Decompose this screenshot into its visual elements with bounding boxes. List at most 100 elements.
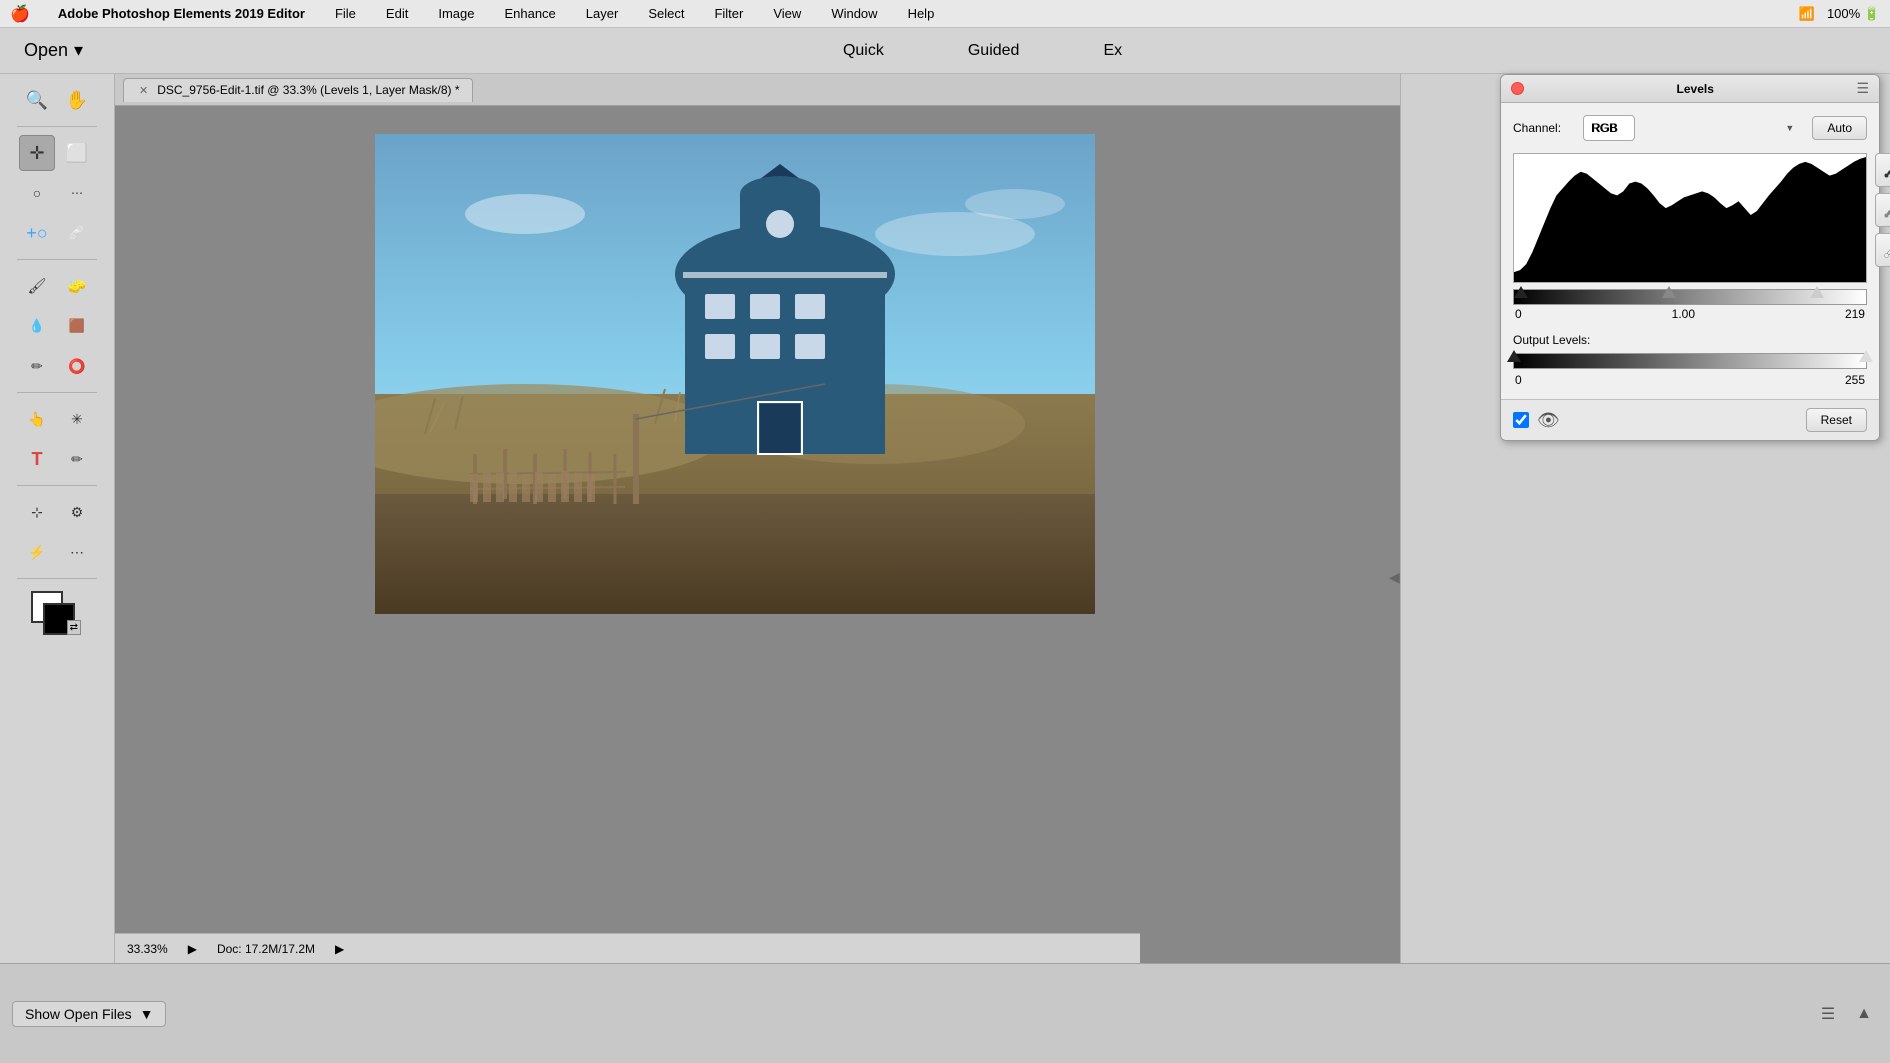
output-black-slider[interactable] <box>1507 350 1521 362</box>
straighten-tool[interactable]: ⚙ <box>59 494 95 530</box>
pattern-stamp-tool[interactable]: 🟫 <box>59 308 95 344</box>
levels-panel-bottom: 👁 Reset <box>1501 399 1879 440</box>
tool-row-2: ✛ ⬜ <box>19 135 95 171</box>
bottom-expand-icon[interactable]: ▲ <box>1850 1000 1878 1028</box>
menu-enhance[interactable]: Enhance <box>498 4 561 23</box>
zoom-tool[interactable]: 🔍 <box>19 82 55 118</box>
tool-row-3: ○ ⋯ <box>19 175 95 211</box>
reset-button[interactable]: Reset <box>1806 408 1867 432</box>
auto-button[interactable]: Auto <box>1812 116 1867 140</box>
levels-titlebar[interactable]: Levels ☰ <box>1501 75 1879 103</box>
white-point-slider[interactable] <box>1810 286 1824 298</box>
quick-selection-tool[interactable]: +○ <box>19 215 55 251</box>
output-levels-label: Output Levels: <box>1513 333 1867 347</box>
zoom-level: 33.33% <box>127 942 168 956</box>
mode-guided[interactable]: Guided <box>956 38 1032 64</box>
spot-healing-tool[interactable]: 🩹 <box>59 215 95 251</box>
move-tool[interactable]: ✛ <box>19 135 55 171</box>
file-tab[interactable]: ✕ DSC_9756-Edit-1.tif @ 33.3% (Levels 1,… <box>123 78 473 102</box>
pencil-tool[interactable]: ✏ <box>59 441 95 477</box>
text-tool[interactable]: T <box>19 441 55 477</box>
doc-info: Doc: 17.2M/17.2M <box>217 942 315 956</box>
menu-edit[interactable]: Edit <box>380 4 414 23</box>
eyedropper-gray-icon <box>1883 201 1890 219</box>
menu-image[interactable]: Image <box>432 4 480 23</box>
open-label: Open <box>24 40 68 61</box>
eraser-tool[interactable]: 🧽 <box>59 268 95 304</box>
menu-layer[interactable]: Layer <box>580 4 625 23</box>
bottom-list-icon[interactable]: ☰ <box>1814 1000 1842 1028</box>
status-bar: 33.33% ▶ Doc: 17.2M/17.2M ▶ <box>115 933 1140 963</box>
color-swatches: ⇄ <box>31 591 83 635</box>
status-more-arrow: ▶ <box>335 942 344 956</box>
healing-brush-tool[interactable]: ⋯ <box>59 534 95 570</box>
output-slider-track[interactable] <box>1513 353 1867 369</box>
lasso-tool[interactable]: ○ <box>19 175 55 211</box>
channel-label: Channel: <box>1513 121 1573 135</box>
menu-select[interactable]: Select <box>642 4 690 23</box>
levels-menu-icon[interactable]: ☰ <box>1856 80 1869 97</box>
tab-close-button[interactable]: ✕ <box>136 83 151 98</box>
levels-close-button[interactable] <box>1511 82 1524 95</box>
tool-row-5: 🖌 🧽 <box>19 268 95 304</box>
redeye-tool[interactable]: ⚡ <box>19 534 55 570</box>
sponge-tool[interactable]: ⭕ <box>59 348 95 384</box>
center-canvas-area: ✕ DSC_9756-Edit-1.tif @ 33.3% (Levels 1,… <box>115 74 1400 1063</box>
mode-quick[interactable]: Quick <box>831 38 896 64</box>
input-levels-values: 0 1.00 219 <box>1513 307 1867 321</box>
tab-filename: DSC_9756-Edit-1.tif @ 33.3% (Levels 1, L… <box>157 83 459 97</box>
open-button[interactable]: Open ▾ <box>16 36 91 65</box>
status-arrow: ▶ <box>188 942 197 956</box>
black-point-slider[interactable] <box>1514 286 1528 298</box>
histogram-container <box>1513 153 1867 283</box>
tool-row-7: ✏ ⭕ <box>19 348 95 384</box>
crop-tool[interactable]: ⊹ <box>19 494 55 530</box>
menu-file[interactable]: File <box>329 4 362 23</box>
tool-row-8: 👆 ✳ <box>19 401 95 437</box>
menubar-right: 📶 100% 🔋 <box>1799 6 1880 22</box>
clone-stamp-tool[interactable]: 💧 <box>19 308 55 344</box>
tool-separator-2 <box>17 259 97 260</box>
tool-row-10: ⊹ ⚙ <box>19 494 95 530</box>
app-name-menu[interactable]: Adobe Photoshop Elements 2019 Editor <box>52 4 311 23</box>
mode-expert[interactable]: Ex <box>1091 38 1134 64</box>
battery-status: 100% 🔋 <box>1827 6 1880 22</box>
menu-filter[interactable]: Filter <box>708 4 749 23</box>
show-open-files-dropdown[interactable]: Show Open Files ▼ <box>12 1001 166 1027</box>
channel-select[interactable]: RGB Red Green Blue <box>1583 115 1635 141</box>
transform-tool[interactable]: ✳ <box>59 401 95 437</box>
menu-window[interactable]: Window <box>825 4 883 23</box>
tool-separator-3 <box>17 392 97 393</box>
open-dropdown-arrow[interactable]: ▾ <box>74 40 83 61</box>
tool-row-6: 💧 🟫 <box>19 308 95 344</box>
bottom-right-controls: ☰ ▲ <box>1814 1000 1878 1028</box>
hand-tool[interactable]: ✋ <box>59 82 95 118</box>
tab-bar: ✕ DSC_9756-Edit-1.tif @ 33.3% (Levels 1,… <box>115 74 1400 106</box>
left-toolbar: 🔍 ✋ ✛ ⬜ ○ ⋯ +○ 🩹 🖌 🧽 <box>0 74 115 1063</box>
marquee-tool[interactable]: ⬜ <box>59 135 95 171</box>
photo-viewport[interactable] <box>115 106 1400 1063</box>
menu-help[interactable]: Help <box>902 4 941 23</box>
output-low-value: 0 <box>1515 373 1522 387</box>
brush-tool[interactable]: 🖌 <box>19 268 55 304</box>
swap-colors-button[interactable]: ⇄ <box>67 620 81 635</box>
tool-row-1: 🔍 ✋ <box>19 82 95 118</box>
menu-view[interactable]: View <box>767 4 807 23</box>
white-point-eyedropper[interactable] <box>1875 233 1890 267</box>
input-slider-track[interactable] <box>1513 289 1867 305</box>
smudge-tool[interactable]: 👆 <box>19 401 55 437</box>
preview-eye-icon[interactable]: 👁 <box>1537 410 1560 431</box>
gray-point-eyedropper[interactable] <box>1875 193 1890 227</box>
histogram-svg <box>1514 154 1866 282</box>
output-white-slider[interactable] <box>1859 350 1873 362</box>
bottom-panel: Show Open Files ▼ ☰ ▲ <box>0 963 1890 1063</box>
panel-collapse-arrow[interactable]: ◀ <box>1389 569 1400 586</box>
blur-tool[interactable]: ✏ <box>19 348 55 384</box>
tool-row-4: +○ 🩹 <box>19 215 95 251</box>
magnetic-lasso-tool[interactable]: ⋯ <box>59 175 95 211</box>
black-point-eyedropper[interactable] <box>1875 153 1890 187</box>
apple-menu[interactable]: 🍎 <box>10 4 30 24</box>
input-sliders <box>1513 289 1867 305</box>
preview-checkbox[interactable] <box>1513 412 1529 428</box>
midpoint-slider[interactable] <box>1662 286 1676 298</box>
